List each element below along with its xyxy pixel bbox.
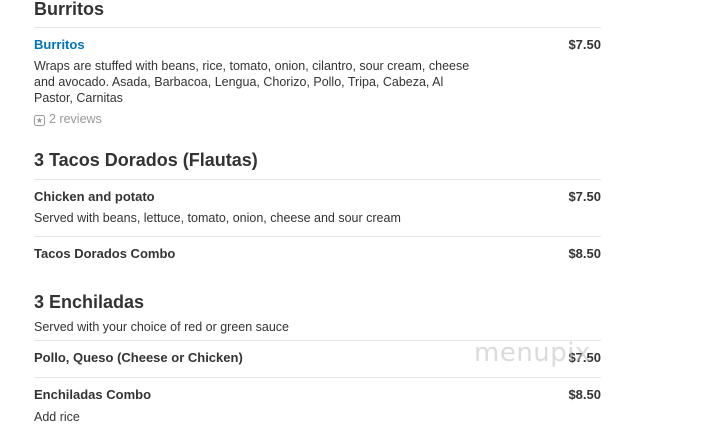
- reviews-link[interactable]: 2 reviews: [34, 111, 102, 127]
- reviews-count: 2 reviews: [49, 112, 102, 126]
- menu-item-description: Pastor, Carnitas: [34, 91, 123, 105]
- menu-item-description: Add rice: [34, 410, 80, 424]
- divider: [34, 236, 601, 237]
- menu-item-price: $8.50: [568, 387, 601, 402]
- section-subtitle: Served with your choice of red or green …: [34, 320, 289, 334]
- menu-item-price: $8.50: [568, 246, 601, 261]
- menu-item-price: $7.50: [568, 189, 601, 204]
- menu-item-description: and avocado. Asada, Barbacoa, Lengua, Ch…: [34, 75, 444, 89]
- menu-item-price: $7.50: [568, 350, 601, 365]
- menu-item-name: Pollo, Queso (Cheese or Chicken): [34, 350, 243, 365]
- menu-item-name: Tacos Dorados Combo: [34, 246, 176, 261]
- menu-item-burritos-link[interactable]: Burritos: [34, 37, 85, 53]
- menu-item-name: Enchiladas Combo: [34, 387, 152, 402]
- divider: [34, 340, 601, 341]
- section-title-burritos: Burritos: [34, 0, 105, 19]
- menu-item-name: Chicken and potato: [34, 189, 155, 204]
- divider: [34, 27, 601, 28]
- divider: [34, 377, 601, 378]
- section-title-tacos-dorados: 3 Tacos Dorados (Flautas): [34, 150, 258, 170]
- menu-item-description: Served with beans, lettuce, tomato, onio…: [34, 211, 401, 225]
- review-star-icon: [34, 114, 45, 126]
- menu-item-description: Wraps are stuffed with beans, rice, toma…: [34, 59, 470, 73]
- section-title-enchiladas: 3 Enchiladas: [34, 292, 145, 312]
- divider: [34, 179, 601, 180]
- menu-item-price: $7.50: [568, 37, 601, 52]
